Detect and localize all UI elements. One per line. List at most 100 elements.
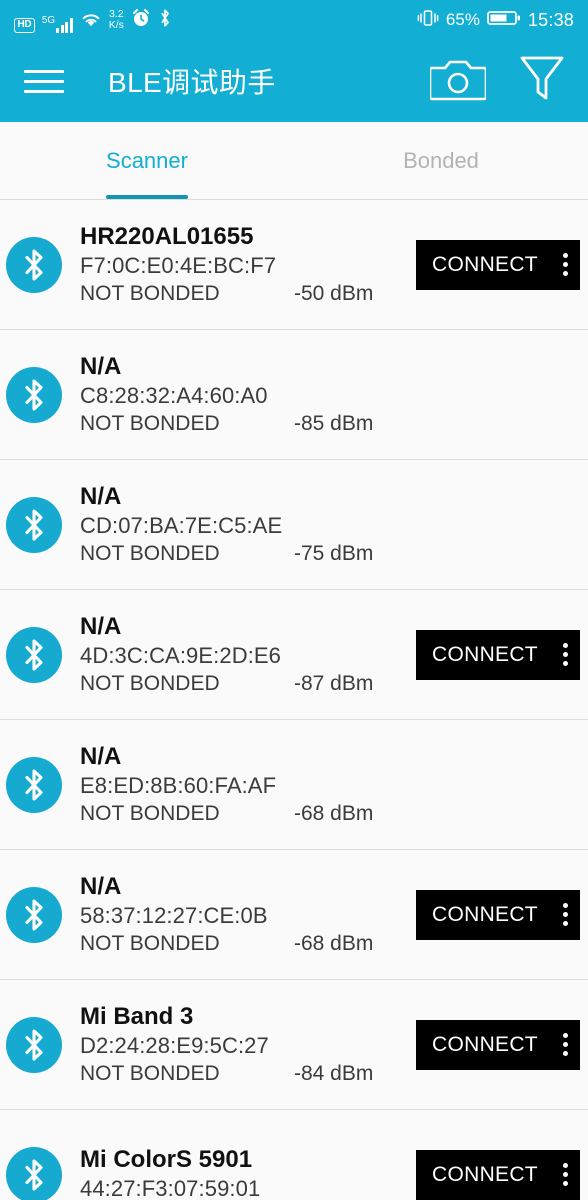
device-row[interactable]: N/A 4D:3C:CA:9E:2D:E6 NOT BONDED -87 dBm CON… xyxy=(0,590,588,720)
app-bar: BLE调试助手 xyxy=(0,40,588,122)
alarm-clock-icon xyxy=(131,8,151,33)
device-meta: NOT BONDED -87 dBm xyxy=(80,671,416,697)
rssi-label: -75 dBm xyxy=(294,541,374,565)
network-generation-label: 5G xyxy=(41,14,56,26)
device-meta: NOT BONDED -68 dBm xyxy=(80,801,416,827)
device-row[interactable]: HR220AL01655 F7:0C:E0:4E:BC:F7 NOT BONDED -… xyxy=(0,200,588,330)
device-actions: CONNECT xyxy=(416,1149,580,1200)
device-name: N/A xyxy=(80,742,122,770)
device-address: CD:07:BA:7E:C5:AE xyxy=(80,513,283,539)
connect-button[interactable]: CONNECT xyxy=(416,239,580,290)
tab-scanner-label: Scanner xyxy=(106,147,188,173)
device-info: N/A 4D:3C:CA:9E:2D:E6 NOT BONDED -87 dBm xyxy=(80,612,416,697)
connect-button[interactable]: CONNECT xyxy=(416,629,580,680)
device-address: 4D:3C:CA:9E:2D:E6 xyxy=(80,643,282,669)
tab-bonded-label: Bonded xyxy=(403,147,479,173)
tab-bar: Scanner Bonded xyxy=(0,122,588,200)
bluetooth-device-icon xyxy=(6,1146,62,1200)
battery-icon xyxy=(487,9,521,32)
overflow-menu-icon[interactable] xyxy=(555,1033,568,1056)
tab-active-indicator xyxy=(106,195,188,199)
status-bar-left: HD 5G 3.2 K/s xyxy=(14,8,417,33)
connect-button-label: CONNECT xyxy=(432,1162,538,1186)
clock-time-label: 15:38 xyxy=(527,9,574,30)
bluetooth-device-icon xyxy=(6,1016,62,1073)
device-row[interactable]: Mi Band 3 D2:24:28:E9:5C:27 NOT BONDED -84 … xyxy=(0,980,588,1110)
camera-icon[interactable] xyxy=(428,57,488,106)
filter-funnel-icon[interactable] xyxy=(520,55,564,108)
hd-badge: HD xyxy=(14,17,35,33)
overflow-menu-icon[interactable] xyxy=(555,1163,568,1186)
hamburger-menu-icon[interactable] xyxy=(24,69,64,93)
connect-button-label: CONNECT xyxy=(432,252,538,276)
device-name: N/A xyxy=(80,872,122,900)
connect-button-placeholder xyxy=(416,370,580,420)
connect-button-placeholder xyxy=(416,500,580,550)
device-name: N/A xyxy=(80,352,122,380)
bond-state-label: NOT BONDED xyxy=(80,541,220,565)
wifi-icon xyxy=(80,11,102,33)
device-meta: NOT BONDED -84 dBm xyxy=(80,1061,416,1087)
overflow-menu-icon[interactable] xyxy=(555,253,568,276)
tab-scanner[interactable]: Scanner xyxy=(0,122,294,199)
connect-button-label: CONNECT xyxy=(432,1032,538,1056)
status-bar-right: 65% 15:38 xyxy=(417,9,574,32)
device-row[interactable]: Mi ColorS 5901 44:27:F3:07:59:01 CONNECT xyxy=(0,1110,588,1200)
bond-state-label: NOT BONDED xyxy=(80,411,220,435)
bluetooth-device-icon xyxy=(6,496,62,553)
connect-button[interactable]: CONNECT xyxy=(416,1149,580,1200)
bluetooth-device-icon xyxy=(6,756,62,813)
device-actions xyxy=(416,500,580,550)
tab-bonded[interactable]: Bonded xyxy=(294,122,588,199)
device-actions xyxy=(416,760,580,810)
device-actions xyxy=(416,370,580,420)
device-info: HR220AL01655 F7:0C:E0:4E:BC:F7 NOT BONDED -… xyxy=(80,222,416,307)
connect-button[interactable]: CONNECT xyxy=(416,889,580,940)
page-title: BLE调试助手 xyxy=(108,67,276,98)
device-actions: CONNECT xyxy=(416,629,580,680)
device-info: N/A E8:ED:8B:60:FA:AF NOT BONDED -68 dBm xyxy=(80,742,416,827)
device-meta: NOT BONDED -50 dBm xyxy=(80,281,416,307)
rssi-label: -50 dBm xyxy=(294,281,374,305)
device-address: 58:37:12:27:CE:0B xyxy=(80,903,268,929)
device-info: N/A CD:07:BA:7E:C5:AE NOT BONDED -75 dBm xyxy=(80,482,416,567)
device-name: N/A xyxy=(80,482,122,510)
vibrate-icon xyxy=(417,9,439,32)
device-name: N/A xyxy=(80,612,122,640)
device-name: Mi Band 3 xyxy=(80,1002,194,1030)
rssi-label: -84 dBm xyxy=(294,1061,374,1085)
rssi-label: -68 dBm xyxy=(294,801,374,825)
data-rate-unit: K/s xyxy=(108,19,124,32)
bond-state-label: NOT BONDED xyxy=(80,801,220,825)
device-row[interactable]: N/A CD:07:BA:7E:C5:AE NOT BONDED -75 dBm xyxy=(0,460,588,590)
device-address: E8:ED:8B:60:FA:AF xyxy=(80,773,277,799)
bond-state-label: NOT BONDED xyxy=(80,281,220,305)
cellular-signal-icon: 5G xyxy=(41,14,73,33)
device-row[interactable]: N/A C8:28:32:A4:60:A0 NOT BONDED -85 dBm xyxy=(0,330,588,460)
device-meta: NOT BONDED -68 dBm xyxy=(80,931,416,957)
bluetooth-device-icon xyxy=(6,236,62,293)
device-info: N/A C8:28:32:A4:60:A0 NOT BONDED -85 dBm xyxy=(80,352,416,437)
device-info: Mi ColorS 5901 44:27:F3:07:59:01 xyxy=(80,1145,416,1200)
app-screen: HD 5G 3.2 K/s 65% 15:38 BLE调试助手 Scanner … xyxy=(0,0,588,1200)
bluetooth-device-icon xyxy=(6,886,62,943)
device-address: 44:27:F3:07:59:01 xyxy=(80,1176,261,1200)
device-address: C8:28:32:A4:60:A0 xyxy=(80,383,268,409)
device-meta: NOT BONDED -75 dBm xyxy=(80,541,416,567)
overflow-menu-icon[interactable] xyxy=(555,903,568,926)
bluetooth-device-icon xyxy=(6,366,62,423)
device-address: D2:24:28:E9:5C:27 xyxy=(80,1033,269,1059)
overflow-menu-icon[interactable] xyxy=(555,643,568,666)
device-list[interactable]: HR220AL01655 F7:0C:E0:4E:BC:F7 NOT BONDED -… xyxy=(0,200,588,1200)
bluetooth-device-icon xyxy=(6,626,62,683)
device-row[interactable]: N/A E8:ED:8B:60:FA:AF NOT BONDED -68 dBm xyxy=(0,720,588,850)
connect-button[interactable]: CONNECT xyxy=(416,1019,580,1070)
data-rate-indicator: 3.2 K/s xyxy=(109,9,124,31)
device-info: N/A 58:37:12:27:CE:0B NOT BONDED -68 dBm xyxy=(80,872,416,957)
device-actions: CONNECT xyxy=(416,889,580,940)
device-actions: CONNECT xyxy=(416,1019,580,1070)
connect-button-placeholder xyxy=(416,760,580,810)
bluetooth-icon xyxy=(158,8,172,33)
device-row[interactable]: N/A 58:37:12:27:CE:0B NOT BONDED -68 dBm CON… xyxy=(0,850,588,980)
device-address: F7:0C:E0:4E:BC:F7 xyxy=(80,253,277,279)
